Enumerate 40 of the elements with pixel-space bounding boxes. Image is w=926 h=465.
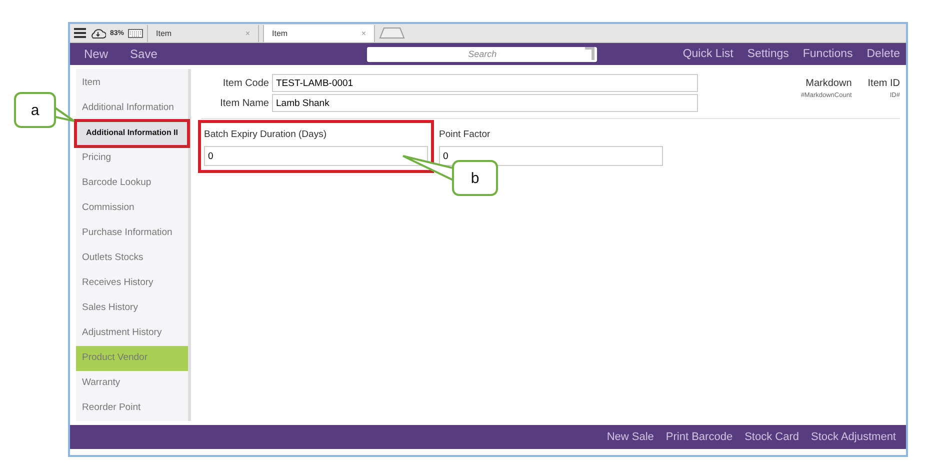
info-label: Markdown bbox=[806, 78, 852, 89]
sidebar-item[interactable]: Additional Information bbox=[76, 96, 188, 121]
sidebar-item[interactable]: Pricing bbox=[76, 146, 188, 171]
toolbar-link[interactable]: Quick List bbox=[682, 48, 734, 60]
info-label: Item ID bbox=[868, 78, 900, 89]
sidebar-item[interactable]: Item bbox=[76, 71, 188, 96]
menu-icon[interactable] bbox=[74, 28, 86, 38]
field-label: Item Name bbox=[219, 98, 269, 108]
close-icon[interactable]: × bbox=[361, 28, 366, 38]
sidebar-item[interactable]: Commission bbox=[76, 196, 188, 221]
cloud-icon bbox=[90, 28, 106, 38]
field-label: Point Factor bbox=[439, 128, 492, 140]
sidebar-item[interactable]: Barcode Lookup bbox=[76, 171, 188, 196]
footer-link[interactable]: Stock Adjustment bbox=[811, 431, 896, 443]
input-field[interactable]: Lamb Shank bbox=[272, 94, 698, 112]
sidebar-item[interactable]: Purchase Information bbox=[76, 221, 188, 246]
sidebar-item[interactable]: Receives History bbox=[76, 271, 188, 296]
footer-link[interactable]: Print Barcode bbox=[666, 431, 733, 443]
toolbar-link[interactable]: Functions bbox=[802, 48, 853, 60]
field-label: Item Code bbox=[222, 78, 269, 88]
toolbar-link[interactable]: New bbox=[84, 47, 108, 61]
input-field[interactable]: TEST-LAMB-0001 bbox=[272, 74, 698, 92]
keyboard-icon[interactable] bbox=[128, 28, 144, 38]
toolbar-link[interactable]: Save bbox=[130, 47, 158, 61]
footer-link[interactable]: New Sale bbox=[606, 431, 654, 443]
callout-pointer bbox=[402, 154, 454, 182]
field-label: Batch Expiry Duration (Days) bbox=[204, 128, 328, 140]
toolbar-link[interactable]: Delete bbox=[866, 48, 900, 60]
tab[interactable]: Item × bbox=[147, 24, 260, 42]
sidebar-item[interactable]: Reorder Point bbox=[76, 396, 188, 421]
toolbar-link[interactable]: Settings bbox=[747, 48, 789, 60]
sidebar-item[interactable]: Additional Information II bbox=[76, 121, 188, 146]
sidebar-item[interactable]: Warranty bbox=[76, 371, 188, 396]
callout-label: b bbox=[452, 160, 498, 196]
tab[interactable]: Item × bbox=[263, 24, 376, 42]
footer-link[interactable]: Stock Card bbox=[744, 431, 799, 443]
sidebar-item[interactable]: Sales History bbox=[76, 296, 188, 321]
sidebar-item[interactable]: Outlets Stocks bbox=[76, 246, 188, 271]
search-field[interactable]: Search bbox=[367, 46, 598, 62]
sidebar-item[interactable]: Adjustment History bbox=[76, 321, 188, 346]
